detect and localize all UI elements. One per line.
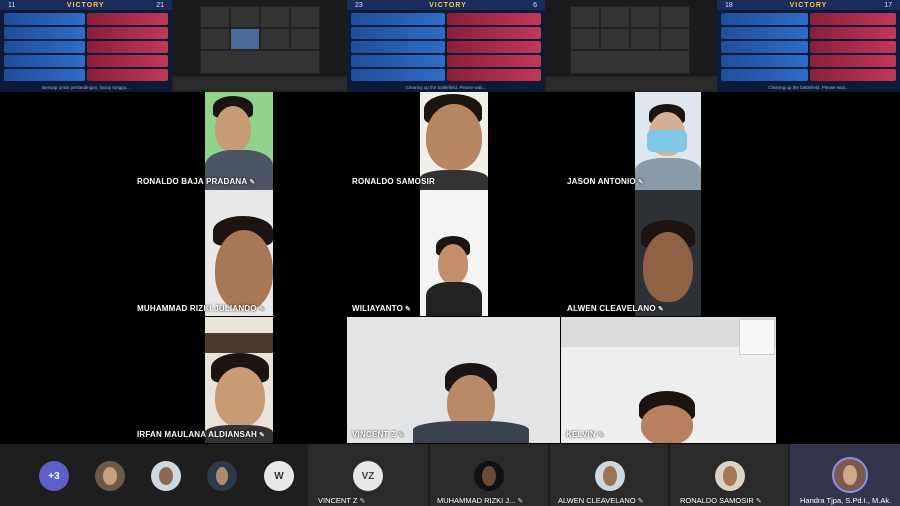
strip-name-rizki: MUHAMMAD RIZKI J... ✎ [437, 496, 524, 505]
avatar-initial-vz: VZ [353, 461, 383, 491]
shared-game-screen-2: 23 VICTORY 6 Clearing up the battlefield. … [347, 0, 545, 92]
face-mask [647, 130, 687, 152]
name-label-alwen: ALWEN CLEAVELANO ✎ [567, 304, 664, 313]
shared-game-screen-3: 18 VICTORY 17 Clearing up the battlefield.… [717, 0, 900, 92]
avatar[interactable] [95, 461, 125, 491]
strip-name-ronaldo-samosir: RONALDO SAMOSIR ✎ [680, 496, 762, 505]
video-tile-irfan[interactable] [205, 317, 273, 443]
video-tile-rizki[interactable] [205, 190, 273, 316]
name-label-ronaldo-baja: RONALDO BAJA PRADANA ✎ [137, 177, 256, 186]
shelf [205, 333, 273, 353]
avatar [715, 461, 745, 491]
name-label-ronaldo-samosir: RONALDO SAMOSIR [352, 177, 435, 186]
mic-off-icon: ✎ [517, 498, 524, 505]
strip-name-handra: Handra Tjpa, S.Pd.I., M.Ak. [800, 496, 892, 505]
mic-off-icon: ✎ [259, 432, 266, 439]
name-label-wiliayanto: WILIAYANTO ✎ [352, 304, 412, 313]
name-label-kelvin: KELVIN ✎ [566, 430, 605, 439]
avatar-initial-w[interactable]: W [264, 461, 294, 491]
mic-off-icon: ✎ [249, 179, 256, 186]
shared-game-screen-1: 11 VICTORY 21 Bersiap untuk pertandingan, … [0, 0, 172, 92]
name-label-rizki: MUHAMMAD RIZKI JULIANDO ✎ [137, 304, 265, 313]
mic-off-icon: ✎ [398, 432, 405, 439]
shared-meeting-grid-2 [545, 0, 719, 92]
mic-off-icon: ✎ [597, 432, 605, 439]
mic-off-icon: ✎ [258, 306, 265, 313]
video-tile-ronaldo-baja[interactable] [205, 92, 273, 190]
mic-off-icon: ✎ [637, 498, 644, 505]
more-participants-button[interactable]: +3 [39, 461, 69, 491]
video-tile-vincent[interactable] [347, 317, 560, 443]
avatar [474, 461, 504, 491]
strip-name-vincent: VINCENT Z ✎ [318, 496, 366, 505]
video-tile-alwen[interactable] [635, 190, 701, 316]
shared-meeting-grid-1 [172, 0, 349, 92]
air-conditioner [739, 319, 775, 355]
mic-off-icon: ✎ [637, 179, 644, 186]
name-label-irfan: IRFAN MAULANA ALDIANSAH ✎ [137, 430, 266, 439]
video-tile-kelvin[interactable] [561, 317, 776, 443]
video-tile-wiliayanto[interactable] [420, 190, 488, 316]
avatar-active-speaker [832, 457, 868, 493]
video-tile-ronaldo-samosir[interactable] [420, 92, 488, 190]
mic-off-icon: ✎ [657, 306, 664, 313]
strip-name-alwen: ALWEN CLEAVELANO ✎ [558, 496, 644, 505]
mic-off-icon: ✎ [755, 498, 762, 505]
avatar[interactable] [207, 461, 237, 491]
video-tile-jason[interactable] [635, 92, 701, 190]
avatar[interactable] [151, 461, 181, 491]
name-label-jason: JASON ANTONIO ✎ [567, 177, 644, 186]
mic-off-icon: ✎ [359, 498, 366, 505]
avatar [595, 461, 625, 491]
name-label-vincent: VINCENT Z ✎ [352, 430, 405, 439]
mic-off-icon: ✎ [405, 306, 412, 313]
